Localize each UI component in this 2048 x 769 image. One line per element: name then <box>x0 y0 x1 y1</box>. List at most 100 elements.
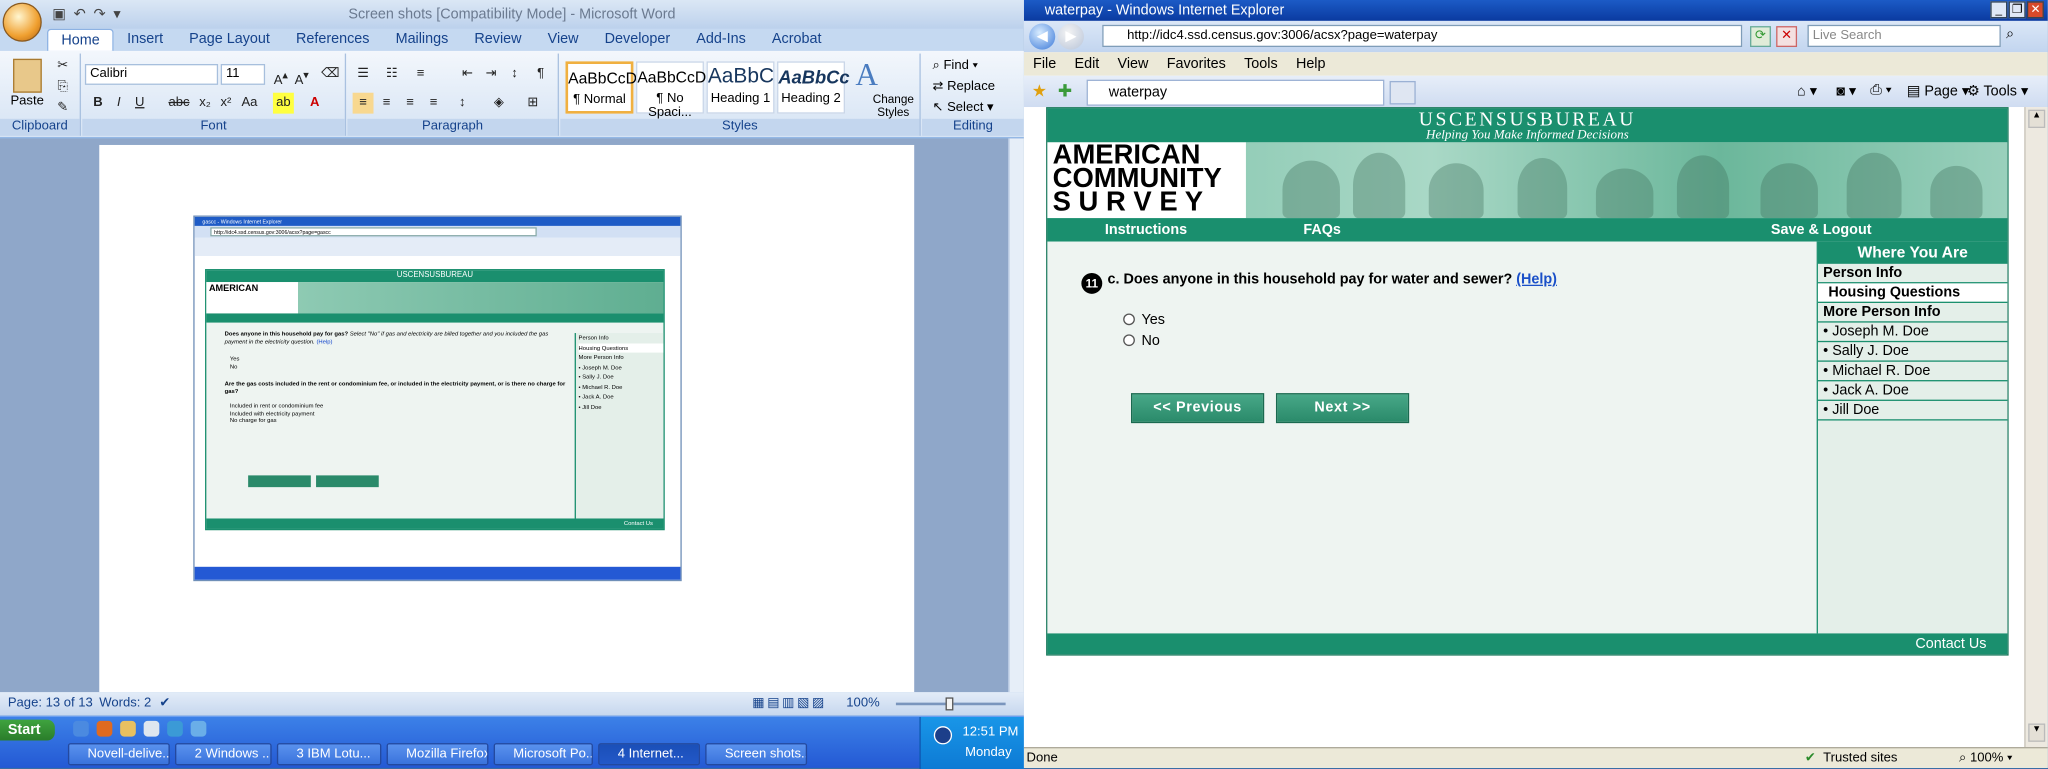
tab-acrobat[interactable]: Acrobat <box>759 29 835 51</box>
quick-launch-firefox-icon[interactable] <box>96 720 113 737</box>
change-styles-button[interactable]: Change Styles <box>866 93 921 119</box>
sidebar-item-jill[interactable]: • Jill Doe <box>1817 401 2008 421</box>
quick-launch-ie-icon[interactable] <box>73 720 89 737</box>
previous-button[interactable]: << Previous <box>1130 393 1265 424</box>
radio-yes[interactable] <box>1123 313 1135 326</box>
print-icon[interactable]: ⎙ ▾ <box>1870 82 1892 99</box>
grow-font-icon[interactable]: A▴ <box>270 64 291 88</box>
quick-launch-media-icon[interactable] <box>143 720 160 737</box>
find-button[interactable]: ⌕ Find ▾ <box>932 59 977 73</box>
maximize-button[interactable]: ❐ <box>2008 1 2026 19</box>
replace-button[interactable]: ⇄ Replace <box>932 80 995 94</box>
highlight-icon[interactable]: ab <box>272 92 294 114</box>
tab-developer[interactable]: Developer <box>592 29 684 51</box>
proofing-icon[interactable]: ✔ <box>159 692 170 716</box>
copy-icon[interactable]: ⎘ <box>52 77 73 98</box>
forward-icon[interactable]: ▶ <box>1057 23 1084 50</box>
office-button[interactable] <box>2 2 42 42</box>
tab-waterpay[interactable]: waterpay <box>1086 79 1385 106</box>
numbering-icon[interactable]: ☷ <box>381 64 402 85</box>
back-icon[interactable]: ◀ <box>1029 23 1056 50</box>
security-zone[interactable]: Trusted sites <box>1823 748 1897 768</box>
subscript-icon[interactable]: x₂ <box>195 93 216 114</box>
favorites-star-icon[interactable]: ★ <box>1032 81 1047 102</box>
help-link[interactable]: (Help) <box>1516 272 1557 288</box>
clear-formatting-icon[interactable]: ⌫ <box>320 64 341 85</box>
page-count[interactable]: Page: 13 of 13 <box>8 692 93 716</box>
format-painter-icon[interactable]: ✎ <box>52 98 73 119</box>
redo-icon[interactable]: ↷ <box>94 5 106 23</box>
strikethrough-icon[interactable]: abc <box>168 93 189 114</box>
contact-us-link[interactable]: Contact Us <box>1915 636 1986 652</box>
quick-launch-app-icon[interactable] <box>167 720 183 737</box>
sidebar-item-michael[interactable]: • Michael R. Doe <box>1817 362 2008 382</box>
sidebar-item-housing-questions[interactable]: Housing Questions <box>1817 283 2008 303</box>
decrease-indent-icon[interactable]: ⇤ <box>457 64 478 85</box>
tab-mailings[interactable]: Mailings <box>383 29 462 51</box>
sort-icon[interactable]: ↕ <box>504 64 525 85</box>
new-tab-button[interactable] <box>1389 80 1416 105</box>
qat-dropdown-icon[interactable]: ▾ <box>113 5 120 23</box>
refresh-icon[interactable]: ⟳ <box>1750 26 1771 48</box>
zoom-button[interactable]: ⌕ 100% ▾ <box>1959 748 2012 768</box>
ie-vertical-scrollbar[interactable]: ▲ ▼ <box>2024 107 2048 748</box>
style-heading-2[interactable]: AaBbCc Heading 2 <box>777 61 850 114</box>
font-size-select[interactable]: 11 <box>220 63 266 85</box>
option-yes[interactable]: Yes <box>1123 312 1165 328</box>
home-icon[interactable]: ⌂ ▾ <box>1797 82 1817 100</box>
paste-button[interactable]: Paste <box>10 94 43 108</box>
align-right-icon[interactable]: ≡ <box>400 93 421 114</box>
superscript-icon[interactable]: x² <box>215 93 236 114</box>
menu-help[interactable]: Help <box>1287 52 1335 76</box>
start-button[interactable]: Start <box>0 719 55 741</box>
italic-icon[interactable]: I <box>108 93 129 114</box>
underline-icon[interactable]: U <box>129 93 150 114</box>
bullets-icon[interactable]: ☰ <box>353 64 374 85</box>
word-count[interactable]: Words: 2 <box>99 692 151 716</box>
multilevel-list-icon[interactable]: ≡ <box>410 64 431 85</box>
embedded-screenshot[interactable]: gascc - Windows Internet Explorer http:/… <box>193 215 682 582</box>
tab-insert[interactable]: Insert <box>114 29 176 51</box>
quick-launch-folder-icon[interactable] <box>120 720 136 737</box>
menu-favorites[interactable]: Favorites <box>1158 52 1235 76</box>
change-case-icon[interactable]: Aa <box>239 93 260 114</box>
search-icon[interactable]: ⌕ <box>2006 26 2014 43</box>
style-heading-1[interactable]: AaBbC Heading 1 <box>706 61 775 114</box>
select-button[interactable]: ↖ Select ▾ <box>932 101 993 115</box>
taskbar-item-lotus[interactable]: 3 IBM Lotu... <box>276 743 382 766</box>
sidebar-item-joseph[interactable]: • Joseph M. Doe <box>1817 323 2008 343</box>
search-input[interactable]: Live Search <box>1807 24 2001 48</box>
word-vertical-scrollbar[interactable] <box>1008 138 1024 693</box>
taskbar-item-internet-explorer[interactable]: 4 Internet... <box>598 743 701 766</box>
sidebar-item-jack[interactable]: • Jack A. Doe <box>1817 381 2008 401</box>
nav-faqs[interactable]: FAQs <box>1303 218 1341 242</box>
taskbar-item-powerpoint[interactable]: Microsoft Po... <box>493 743 593 766</box>
menu-file[interactable]: File <box>1024 52 1065 76</box>
add-favorite-icon[interactable]: ✚ <box>1058 81 1072 102</box>
sidebar-item-more-person-info[interactable]: More Person Info <box>1817 303 2008 323</box>
tab-add-ins[interactable]: Add-Ins <box>683 29 759 51</box>
tab-review[interactable]: Review <box>461 29 534 51</box>
shading-icon[interactable]: ◈ <box>488 93 509 114</box>
increase-indent-icon[interactable]: ⇥ <box>481 64 502 85</box>
sidebar-item-sally[interactable]: • Sally J. Doe <box>1817 342 2008 362</box>
page-menu[interactable]: ▤ Page ▾ <box>1907 82 1969 100</box>
taskbar-item-windows[interactable]: 2 Windows ... <box>175 743 272 766</box>
tab-home[interactable]: Home <box>47 28 115 51</box>
nav-save-logout[interactable]: Save & Logout <box>1771 218 1872 242</box>
tab-view[interactable]: View <box>535 29 592 51</box>
bold-icon[interactable]: B <box>88 93 109 114</box>
view-buttons[interactable]: ▦▤▥▧▨ <box>752 692 827 716</box>
sidebar-item-person-info[interactable]: Person Info <box>1817 264 2008 284</box>
style-normal[interactable]: AaBbCcDc ¶ Normal <box>565 61 645 114</box>
next-button[interactable]: Next >> <box>1275 393 1410 424</box>
option-no[interactable]: No <box>1123 333 1160 349</box>
clock-time[interactable]: 12:51 PM <box>963 725 1019 739</box>
scroll-up-icon[interactable]: ▲ <box>2028 109 2046 128</box>
justify-icon[interactable]: ≡ <box>423 93 444 114</box>
zoom-level[interactable]: 100% <box>846 692 879 716</box>
minimize-button[interactable]: _ <box>1990 1 2008 19</box>
tools-menu[interactable]: ⚙ Tools ▾ <box>1967 82 2028 100</box>
save-icon[interactable]: ▣ <box>52 5 66 23</box>
zoom-slider[interactable] <box>888 696 1013 712</box>
